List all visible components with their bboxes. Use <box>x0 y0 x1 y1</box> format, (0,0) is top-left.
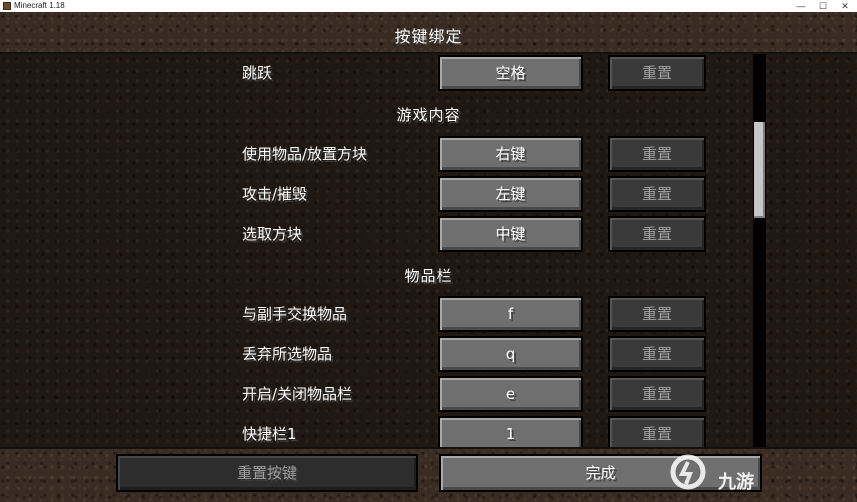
keybind-row-drop-item: 丢弃所选物品 q 重置 <box>0 336 857 374</box>
reset-button-inventory[interactable]: 重置 <box>608 376 706 412</box>
keybind-label: 开启/关闭物品栏 <box>242 385 353 403</box>
watermark-logo-icon <box>670 454 706 490</box>
keybind-row-use-item: 使用物品/放置方块 右键 重置 <box>0 136 857 174</box>
scrollbar-thumb[interactable] <box>754 122 765 218</box>
maximize-button[interactable]: ☐ <box>812 0 834 12</box>
window-title: Minecraft 1.18 <box>14 1 65 10</box>
watermark-text: 九游 <box>718 472 754 492</box>
keybind-label: 使用物品/放置方块 <box>242 145 368 163</box>
keybind-label: 攻击/摧毁 <box>242 185 308 203</box>
section-gameplay: 游戏内容 <box>396 106 461 124</box>
keybind-row-attack: 攻击/摧毁 左键 重置 <box>0 176 857 214</box>
minecraft-app-icon <box>3 2 11 10</box>
section-inventory: 物品栏 <box>404 267 453 285</box>
reset-button-attack[interactable]: 重置 <box>608 176 706 212</box>
reset-button-use-item[interactable]: 重置 <box>608 136 706 172</box>
keybind-label: 跳跃 <box>242 64 273 82</box>
screen-header: 按键绑定 <box>0 12 857 54</box>
key-button-inventory[interactable]: e <box>438 376 583 412</box>
reset-button-jump[interactable]: 重置 <box>608 55 706 91</box>
key-button-use-item[interactable]: 右键 <box>438 136 583 172</box>
keybind-label: 丢弃所选物品 <box>242 345 333 363</box>
key-button-pick-block[interactable]: 中键 <box>438 216 583 252</box>
keybind-list[interactable]: 跳跃 空格 重置 游戏内容 使用物品/放置方块 右键 重置 攻击/摧毁 左键 重… <box>0 54 857 447</box>
watermark: 九游 <box>668 452 756 496</box>
keybind-row-swap-offhand: 与副手交换物品 f 重置 <box>0 296 857 334</box>
keybind-row-inventory: 开启/关闭物品栏 e 重置 <box>0 376 857 414</box>
key-button-attack[interactable]: 左键 <box>438 176 583 212</box>
key-button-hotbar-1[interactable]: 1 <box>438 416 583 447</box>
reset-button-drop-item[interactable]: 重置 <box>608 336 706 372</box>
reset-all-keys-button[interactable]: 重置按键 <box>116 454 418 492</box>
close-button[interactable]: ✕ <box>834 0 856 12</box>
keybind-row-jump: 跳跃 空格 重置 <box>0 55 857 93</box>
keybind-label: 与副手交换物品 <box>242 305 348 323</box>
reset-button-hotbar-1[interactable]: 重置 <box>608 416 706 447</box>
minimize-button[interactable]: — <box>790 0 812 12</box>
key-button-jump[interactable]: 空格 <box>438 55 583 91</box>
keybind-row-pick-block: 选取方块 中键 重置 <box>0 216 857 254</box>
keybind-row-hotbar-1: 快捷栏1 1 重置 <box>0 416 857 447</box>
key-button-swap-offhand[interactable]: f <box>438 296 583 332</box>
reset-button-pick-block[interactable]: 重置 <box>608 216 706 252</box>
keybind-label: 选取方块 <box>242 225 303 243</box>
reset-button-swap-offhand[interactable]: 重置 <box>608 296 706 332</box>
keybind-label: 快捷栏1 <box>242 425 297 443</box>
key-button-drop-item[interactable]: q <box>438 336 583 372</box>
scrollbar-track[interactable] <box>753 54 766 447</box>
screen-title: 按键绑定 <box>394 27 463 46</box>
